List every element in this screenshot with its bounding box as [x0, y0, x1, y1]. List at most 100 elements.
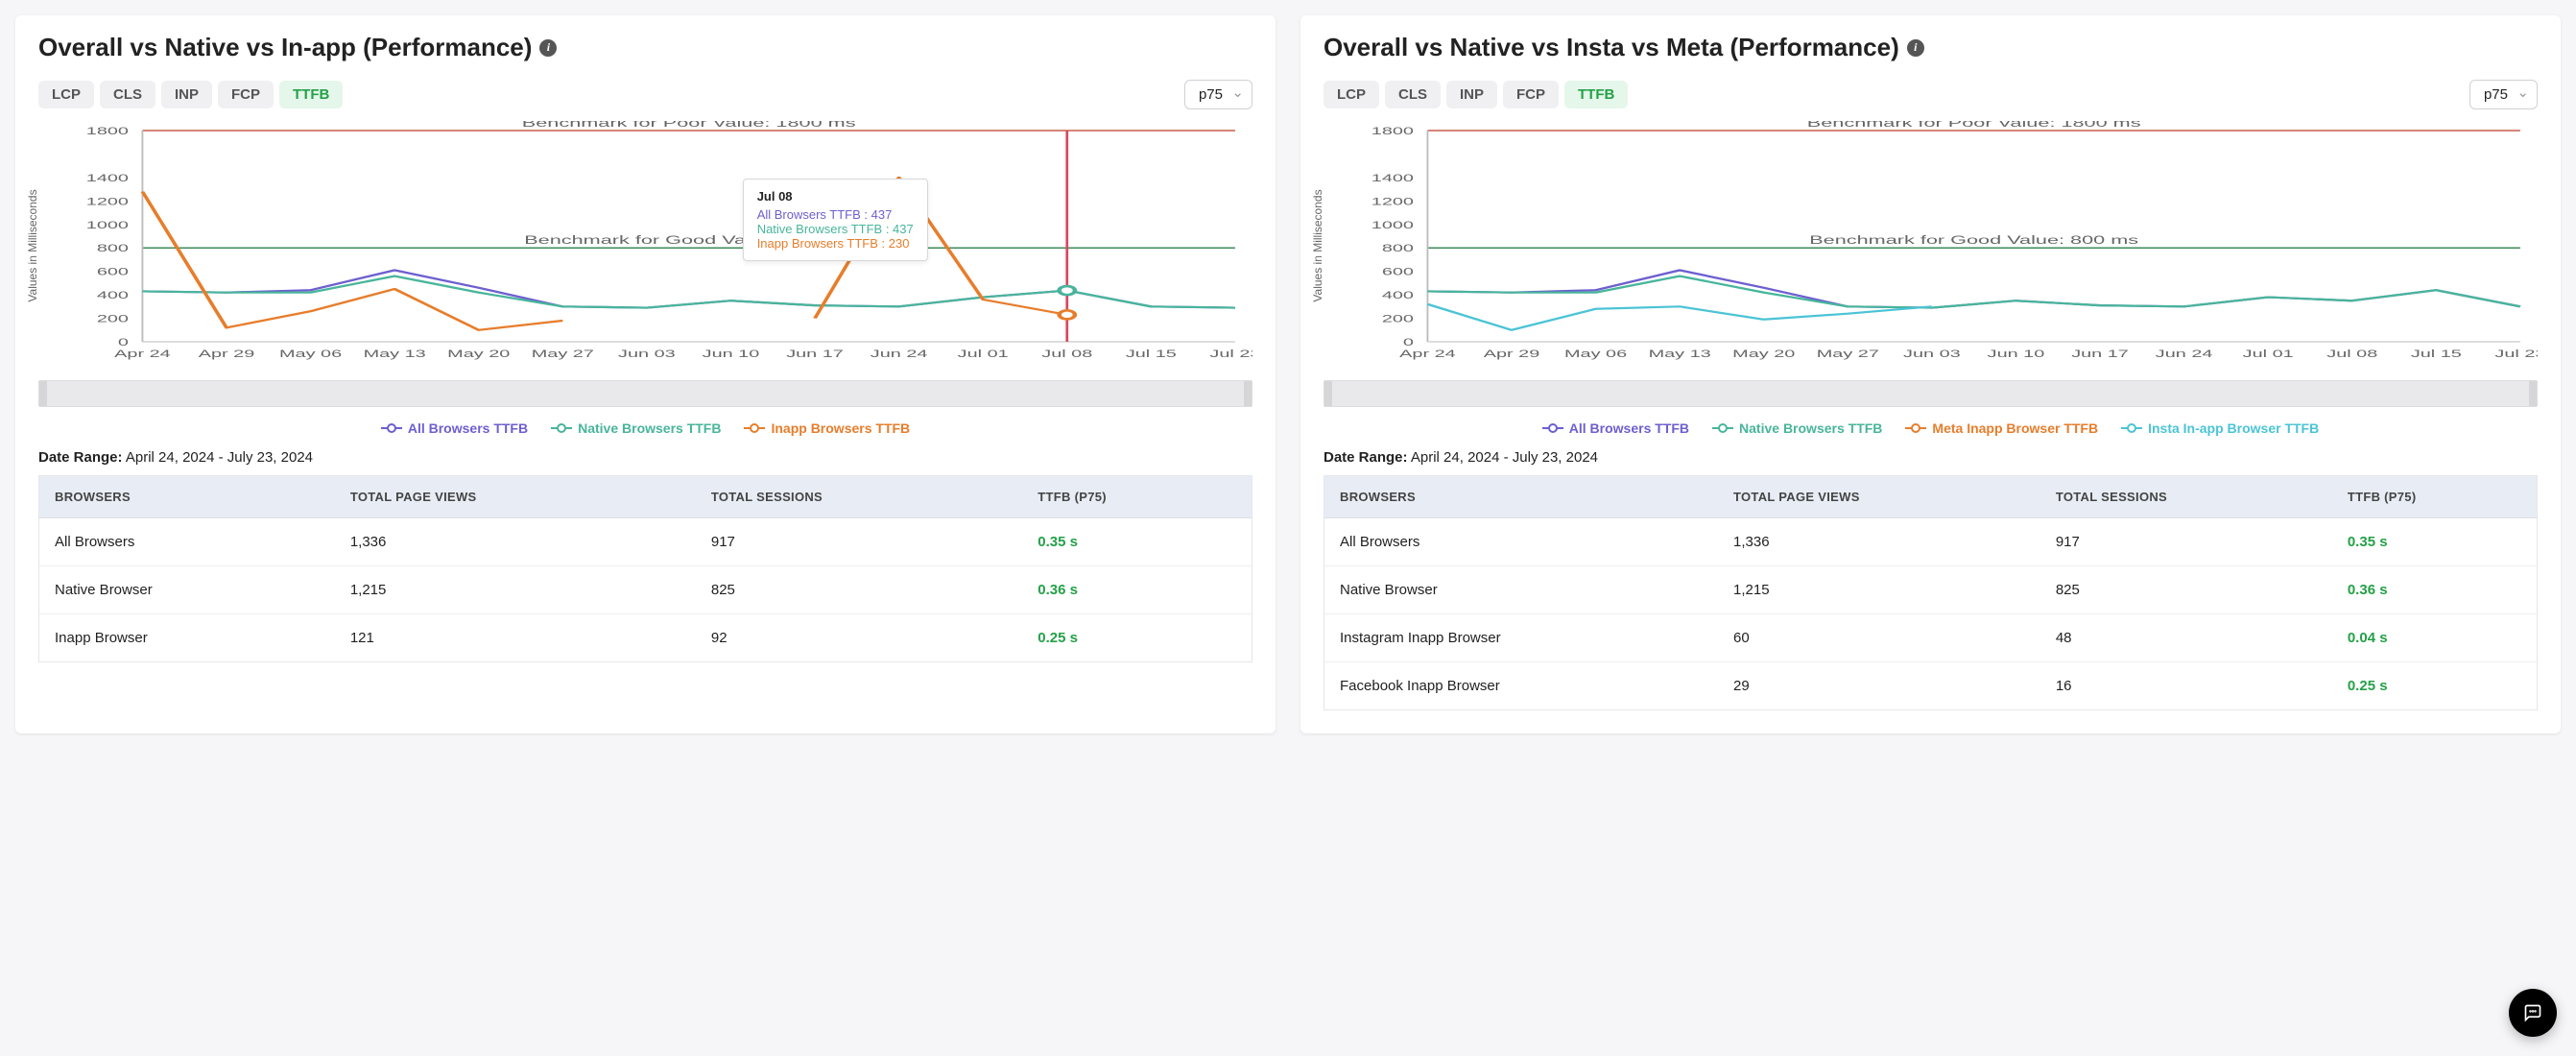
- table-header-cell: TTFB (P75): [2332, 476, 2538, 518]
- series-line: [1427, 270, 2520, 307]
- tab-cls[interactable]: CLS: [100, 81, 155, 108]
- tooltip-row: Native Browsers TTFB : 437: [757, 222, 914, 236]
- legend-swatch: [551, 422, 572, 434]
- tab-ttfb[interactable]: TTFB: [279, 81, 343, 108]
- card-title-text: Overall vs Native vs In-app (Performance…: [38, 33, 532, 62]
- legend-item[interactable]: Inapp Browsers TTFB: [744, 420, 910, 436]
- tooltip-row: All Browsers TTFB : 437: [757, 207, 914, 222]
- y-tick: 200: [97, 313, 129, 324]
- cell-ttfb: 0.36 s: [1022, 566, 1252, 614]
- x-tick: May 20: [1732, 348, 1795, 359]
- table-row: All Browsers1,3369170.35 s: [39, 518, 1252, 566]
- cell-ttfb: 0.36 s: [2332, 566, 2538, 614]
- performance-chart[interactable]: 02004006008001000120014001800Benchmark f…: [38, 121, 1252, 371]
- date-range-value: April 24, 2024 - July 23, 2024: [1411, 449, 1598, 466]
- legend-item[interactable]: Native Browsers TTFB: [1712, 420, 1882, 436]
- hover-point: [1060, 310, 1075, 319]
- legend-item[interactable]: All Browsers TTFB: [381, 420, 528, 436]
- x-tick: Jul 01: [958, 348, 1009, 359]
- series-line: [1427, 304, 1931, 330]
- cell-sessions: 16: [2040, 662, 2332, 710]
- cell-views: 60: [1718, 614, 2040, 662]
- percentile-select[interactable]: p75: [1184, 80, 1252, 109]
- benchmark-poor-label: Benchmark for Poor Value: 1800 ms: [1807, 121, 2141, 130]
- date-range: Date Range: April 24, 2024 - July 23, 20…: [1324, 449, 2538, 466]
- chart-wrap: Values in Milliseconds020040060080010001…: [1324, 121, 2538, 371]
- cell-sessions: 825: [2040, 566, 2332, 614]
- x-tick: Apr 29: [1484, 348, 1540, 359]
- cell-ttfb: 0.25 s: [2332, 662, 2538, 710]
- legend-item[interactable]: Native Browsers TTFB: [551, 420, 721, 436]
- x-tick: May 06: [279, 348, 342, 359]
- time-scrubber[interactable]: [38, 380, 1252, 407]
- tooltip-row-label: Native Browsers TTFB: [757, 222, 883, 236]
- x-tick: Jul 08: [2326, 348, 2377, 359]
- cell-browser: All Browsers: [39, 518, 335, 566]
- info-icon[interactable]: i: [539, 39, 557, 57]
- legend-label: Meta Inapp Browser TTFB: [1932, 420, 2098, 436]
- legend-swatch: [381, 422, 402, 434]
- cell-views: 121: [335, 614, 696, 662]
- cell-views: 1,215: [1718, 566, 2040, 614]
- cell-sessions: 92: [696, 614, 1022, 662]
- info-icon[interactable]: i: [1907, 39, 1924, 57]
- y-axis-label: Values in Milliseconds: [1311, 189, 1324, 301]
- table-row: Inapp Browser121920.25 s: [39, 614, 1252, 662]
- cell-sessions: 917: [2040, 518, 2332, 566]
- legend-swatch: [2121, 422, 2142, 434]
- tab-cls[interactable]: CLS: [1385, 81, 1441, 108]
- date-range-label: Date Range:: [1324, 449, 1408, 466]
- table-header-cell: BROWSERS: [1324, 476, 1719, 518]
- chart-tooltip: Jul 08All Browsers TTFB : 437Native Brow…: [743, 179, 928, 261]
- chart-wrap: Values in Milliseconds020040060080010001…: [38, 121, 1252, 371]
- performance-chart[interactable]: 02004006008001000120014001800Benchmark f…: [1324, 121, 2538, 371]
- y-tick: 800: [1382, 243, 1414, 254]
- browser-summary-table: BROWSERSTOTAL PAGE VIEWSTOTAL SESSIONSTT…: [38, 475, 1252, 662]
- cell-browser: Inapp Browser: [39, 614, 335, 662]
- legend-label: All Browsers TTFB: [408, 420, 528, 436]
- legend-item[interactable]: All Browsers TTFB: [1542, 420, 1689, 436]
- legend-item[interactable]: Insta In-app Browser TTFB: [2121, 420, 2319, 436]
- table-row: Native Browser1,2158250.36 s: [39, 566, 1252, 614]
- y-tick: 1800: [86, 125, 129, 136]
- y-axis-label: Values in Milliseconds: [26, 189, 39, 301]
- hover-point: [1060, 286, 1075, 295]
- x-tick: May 13: [1649, 348, 1711, 359]
- legend-label: Inapp Browsers TTFB: [771, 420, 910, 436]
- x-tick: Jul 15: [2411, 348, 2462, 359]
- tab-inp[interactable]: INP: [1446, 81, 1497, 108]
- card-title-text: Overall vs Native vs Insta vs Meta (Perf…: [1324, 33, 1899, 62]
- benchmark-poor-label: Benchmark for Poor Value: 1800 ms: [522, 121, 856, 130]
- y-tick: 1000: [1371, 219, 1414, 230]
- y-tick: 1800: [1371, 125, 1414, 136]
- table-header-cell: BROWSERS: [39, 476, 335, 518]
- tab-fcp[interactable]: FCP: [218, 81, 274, 108]
- tab-lcp[interactable]: LCP: [1324, 81, 1379, 108]
- tooltip-row-value: 437: [893, 222, 914, 236]
- table-header-cell: TOTAL SESSIONS: [696, 476, 1022, 518]
- tab-fcp[interactable]: FCP: [1503, 81, 1559, 108]
- chart-legend: All Browsers TTFB Native Browsers TTFB Ina…: [38, 420, 1252, 436]
- tab-inp[interactable]: INP: [161, 81, 212, 108]
- percentile-select[interactable]: p75: [2469, 80, 2538, 109]
- cell-views: 1,336: [335, 518, 696, 566]
- tab-lcp[interactable]: LCP: [38, 81, 94, 108]
- y-tick: 600: [1382, 266, 1414, 277]
- x-tick: Jul 23: [2494, 348, 2538, 359]
- cell-sessions: 48: [2040, 614, 2332, 662]
- card-title: Overall vs Native vs Insta vs Meta (Perf…: [1324, 33, 2538, 62]
- chat-fab[interactable]: [2509, 989, 2557, 1037]
- time-scrubber[interactable]: [1324, 380, 2538, 407]
- card-title: Overall vs Native vs In-app (Performance…: [38, 33, 1252, 62]
- tab-ttfb[interactable]: TTFB: [1564, 81, 1628, 108]
- cell-ttfb: 0.35 s: [1022, 518, 1252, 566]
- tooltip-row-value: 437: [871, 207, 893, 222]
- legend-swatch: [1712, 422, 1733, 434]
- tooltip-row: Inapp Browsers TTFB : 230: [757, 236, 914, 251]
- y-tick: 600: [97, 266, 129, 277]
- legend-swatch: [1905, 422, 1926, 434]
- cell-browser: Native Browser: [1324, 566, 1719, 614]
- date-range-value: April 24, 2024 - July 23, 2024: [126, 449, 313, 466]
- legend-item[interactable]: Meta Inapp Browser TTFB: [1905, 420, 2098, 436]
- x-tick: Jun 10: [703, 348, 760, 359]
